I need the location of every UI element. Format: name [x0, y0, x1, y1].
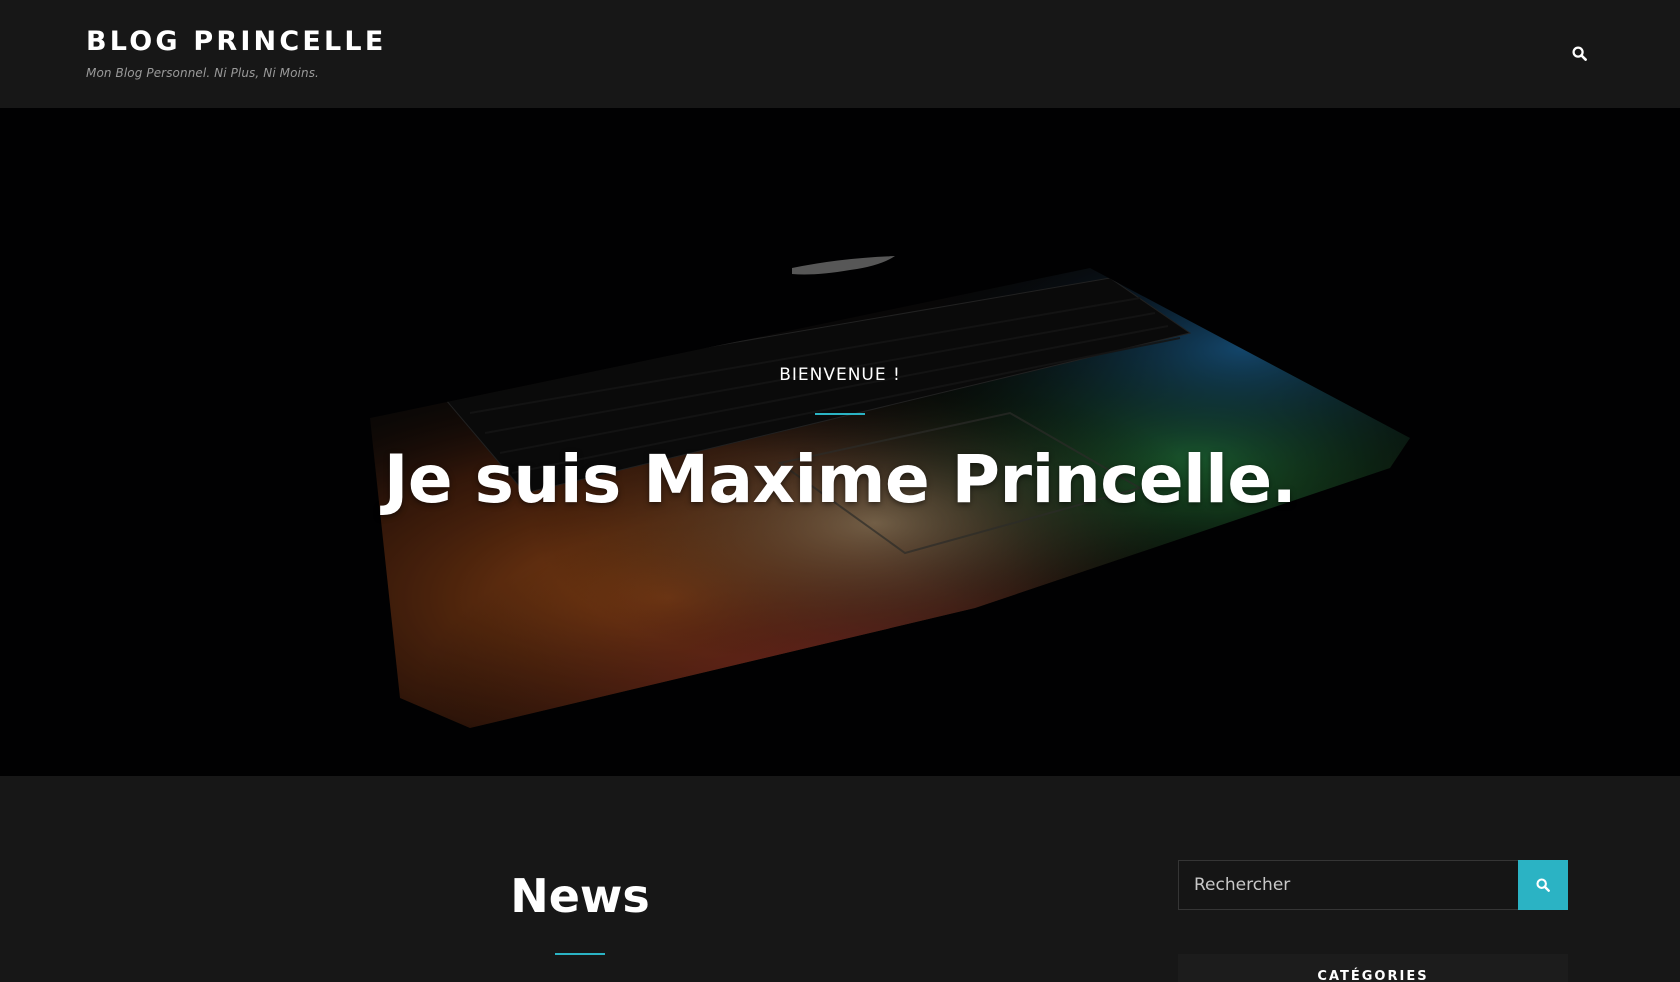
search-submit-button[interactable]	[1518, 860, 1568, 910]
section-title: News	[510, 869, 650, 923]
search-icon	[1536, 878, 1550, 892]
categories-widget: CATÉGORIES	[1178, 954, 1568, 982]
sidebar-search-form	[1178, 860, 1568, 910]
hero-divider	[815, 413, 865, 415]
site-tagline: Mon Blog Personnel. Ni Plus, Ni Moins.	[86, 66, 319, 80]
site-title[interactable]: BLOG PRINCELLE	[86, 26, 386, 58]
site-header: BLOG PRINCELLE Mon Blog Personnel. Ni Pl…	[0, 0, 1680, 108]
main-content: News CATÉGORIES	[0, 776, 1680, 982]
categories-title: CATÉGORIES	[1317, 969, 1429, 982]
header-search-button[interactable]	[1568, 42, 1590, 64]
search-input[interactable]	[1178, 860, 1518, 910]
hero-eyebrow: BIENVENUE !	[779, 365, 901, 385]
hero-title: Je suis Maxime Princelle.	[383, 441, 1297, 518]
section-divider	[555, 953, 605, 955]
site-branding: BLOG PRINCELLE Mon Blog Personnel. Ni Pl…	[86, 26, 386, 80]
search-icon	[1571, 45, 1587, 61]
hero-banner: BIENVENUE ! Je suis Maxime Princelle.	[0, 108, 1680, 776]
